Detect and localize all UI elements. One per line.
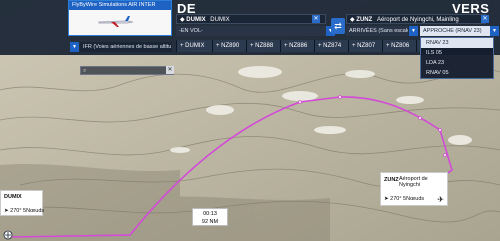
route-waypoint[interactable]: + NZ806 [382, 40, 416, 52]
landing-icon: ✈ [437, 195, 444, 204]
arrival-info-button[interactable]: ✕ [481, 15, 489, 23]
departure-airport-card[interactable]: DUMIX ➤ 270° 5Nœuds [0, 190, 45, 216]
aircraft-icon [98, 16, 134, 27]
route-waypoint-bar: + DUMIX + NZ890 + NZ888 + NZ886 + NZ874 … [0, 40, 420, 52]
search-icon: ⌕ [83, 68, 87, 74]
route-waypoint[interactable]: + NZ874 [314, 40, 348, 52]
map-search-input[interactable]: ⌕ [80, 66, 174, 75]
arrival-card-code: ZUNZ [384, 177, 399, 183]
swap-airports-button[interactable]: ⇄ [331, 18, 345, 34]
route-waypoint[interactable]: + NZ888 [246, 40, 280, 52]
arrival-procedure-dropdown-arrow[interactable]: ▼ [409, 26, 418, 36]
arrival-card-name: Aéroport de Nyingchi [399, 176, 428, 188]
approach-option[interactable]: ILS 05 [421, 48, 493, 58]
departure-airport-field[interactable]: ◆ DUMIX DUMIX [176, 14, 326, 24]
approach-option[interactable]: LDA 23 [421, 58, 493, 68]
arrival-airport-card[interactable]: ZUNZ Aéroport de Nyingchi ➤ 270° 5Nœuds … [380, 172, 448, 206]
approach-option[interactable]: RNAV 23 [421, 38, 493, 48]
arrival-airport-field[interactable]: ◆ ZUNZ Aéroport de Nyingchi, Mainling [346, 14, 486, 24]
arrival-procedure-select[interactable]: ARRIVÉES (Sans escale) [346, 26, 408, 36]
route-waypoint[interactable]: + NZ890 [212, 40, 246, 52]
leg-distance: 92 NM [201, 219, 219, 225]
world-map-screen: FlyByWire Simulations AIR INTER DE VERS … [0, 0, 500, 241]
departure-info-button[interactable]: ✕ [312, 15, 320, 23]
leg-info-label: 00:13 92 NM [192, 208, 228, 226]
departure-runway-select[interactable]: -EN VOL- [176, 26, 326, 36]
route-waypoint[interactable]: + NZ886 [280, 40, 314, 52]
airline-name: FlyByWire Simulations AIR INTER [69, 1, 171, 10]
search-clear-button[interactable]: ✕ [166, 66, 174, 74]
approach-dropdown-list: RNAV 23 ILS 05 LDA 23 RNAV 05 [420, 37, 494, 79]
route-waypoint[interactable]: + NZ807 [348, 40, 382, 52]
departure-card-code: DUMIX [4, 194, 22, 200]
route-waypoint[interactable]: + DUMIX [176, 40, 212, 52]
aircraft-selection-card[interactable]: FlyByWire Simulations AIR INTER [68, 0, 172, 36]
approach-dropdown-arrow[interactable]: ▼ [490, 26, 499, 36]
approach-option[interactable]: RNAV 05 [421, 68, 493, 78]
leg-time: 00:13 [203, 211, 217, 217]
departure-wind: 270° 5Nœuds [10, 208, 45, 214]
approach-select[interactable]: APPROCHE (RNAV 23) [420, 26, 490, 36]
arrival-wind: 270° 5Nœuds [390, 196, 425, 202]
